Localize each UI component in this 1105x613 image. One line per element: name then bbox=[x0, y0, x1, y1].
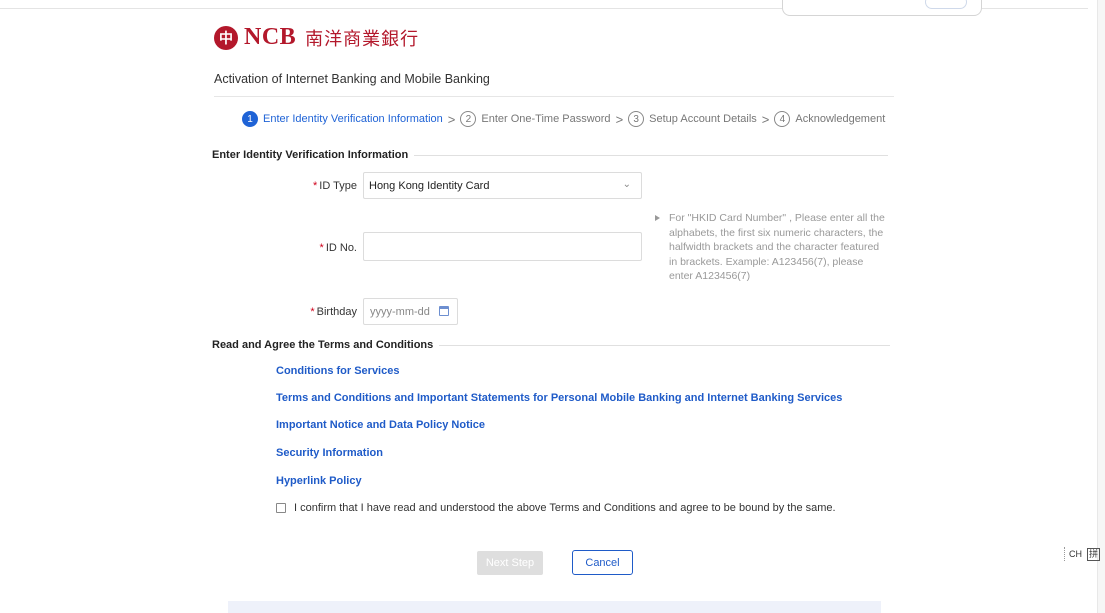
next-step-button[interactable]: Next Step bbox=[477, 551, 543, 575]
required-marker: * bbox=[313, 180, 318, 192]
conditions-for-services-link[interactable]: Conditions for Services bbox=[276, 365, 399, 377]
brand-name-cn: 南洋商業銀行 bbox=[305, 28, 420, 50]
step-number: 3 bbox=[628, 111, 645, 127]
ime-language: CH bbox=[1069, 549, 1082, 559]
footer-band bbox=[228, 601, 881, 613]
birthday-placeholder: yyyy-mm-dd bbox=[370, 305, 430, 318]
vertical-scrollbar[interactable] bbox=[1097, 0, 1105, 613]
id-no-input[interactable] bbox=[363, 232, 642, 261]
hyperlink-policy-link[interactable]: Hyperlink Policy bbox=[276, 475, 362, 487]
step-label: Enter Identity Verification Information bbox=[263, 113, 443, 125]
page-title: Activation of Internet Banking and Mobil… bbox=[214, 72, 490, 86]
required-marker: * bbox=[310, 306, 315, 318]
header-toggle-pill[interactable] bbox=[925, 0, 967, 9]
security-information-link[interactable]: Security Information bbox=[276, 447, 383, 459]
section-title: Enter Identity Verification Information bbox=[212, 149, 409, 161]
step-acknowledgement: 4 Acknowledgement bbox=[774, 111, 885, 127]
id-type-label: * ID Type bbox=[313, 180, 357, 192]
step-number: 1 bbox=[242, 111, 258, 127]
section-title: Read and Agree the Terms and Conditions bbox=[212, 339, 434, 351]
step-one-time-password: 2 Enter One-Time Password bbox=[460, 111, 611, 127]
birthday-date-picker[interactable]: yyyy-mm-dd bbox=[363, 298, 458, 325]
step-chevron-icon: > bbox=[761, 111, 770, 127]
ncb-logo: 中 NCB 南洋商業銀行 bbox=[214, 24, 419, 51]
id-type-value: Hong Kong Identity Card bbox=[369, 179, 490, 192]
id-type-select[interactable]: Hong Kong Identity Card ⌄ bbox=[363, 172, 642, 199]
step-label: Acknowledgement bbox=[795, 113, 886, 125]
step-chevron-icon: > bbox=[615, 111, 624, 127]
section-divider bbox=[414, 154, 889, 156]
ime-drag-handle[interactable] bbox=[1064, 547, 1065, 561]
hkid-format-hint: For "HKID Card Number" , Please enter al… bbox=[655, 211, 890, 284]
hint-caret-icon bbox=[655, 215, 660, 221]
section-divider bbox=[439, 344, 891, 346]
terms-section-heading: Read and Agree the Terms and Conditions bbox=[212, 339, 891, 351]
chevron-down-icon: ⌄ bbox=[622, 179, 631, 190]
identity-section-heading: Enter Identity Verification Information bbox=[212, 149, 889, 161]
ncb-emblem-icon: 中 bbox=[214, 25, 238, 50]
mobile-internet-banking-terms-link[interactable]: Terms and Conditions and Important State… bbox=[276, 392, 842, 404]
cancel-button[interactable]: Cancel bbox=[572, 550, 633, 575]
hint-text: For "HKID Card Number" , Please enter al… bbox=[669, 212, 885, 282]
step-label: Setup Account Details bbox=[649, 113, 757, 125]
header-dropdown-panel bbox=[782, 0, 982, 16]
required-marker: * bbox=[319, 242, 324, 254]
data-policy-notice-link[interactable]: Important Notice and Data Policy Notice bbox=[276, 419, 485, 431]
id-no-label: * ID No. bbox=[319, 242, 357, 254]
step-number: 2 bbox=[460, 111, 477, 127]
terms-confirm-checkbox[interactable] bbox=[276, 503, 286, 513]
birthday-label: * Birthday bbox=[310, 306, 357, 318]
step-identity-verification: 1 Enter Identity Verification Informatio… bbox=[242, 111, 443, 127]
terms-confirmation: I confirm that I have read and understoo… bbox=[276, 502, 836, 514]
calendar-icon[interactable] bbox=[439, 306, 449, 316]
step-number: 4 bbox=[774, 111, 791, 127]
step-chevron-icon: > bbox=[447, 111, 456, 127]
terms-confirm-text: I confirm that I have read and understoo… bbox=[294, 502, 836, 514]
ime-indicator[interactable]: CH 拼 bbox=[1064, 547, 1101, 561]
ime-pinyin-icon: 拼 bbox=[1087, 547, 1101, 561]
step-setup-account: 3 Setup Account Details bbox=[628, 111, 757, 127]
brand-name-en: NCB bbox=[244, 24, 297, 50]
title-divider bbox=[214, 96, 894, 97]
step-label: Enter One-Time Password bbox=[481, 113, 611, 125]
progress-steps: 1 Enter Identity Verification Informatio… bbox=[242, 111, 885, 127]
